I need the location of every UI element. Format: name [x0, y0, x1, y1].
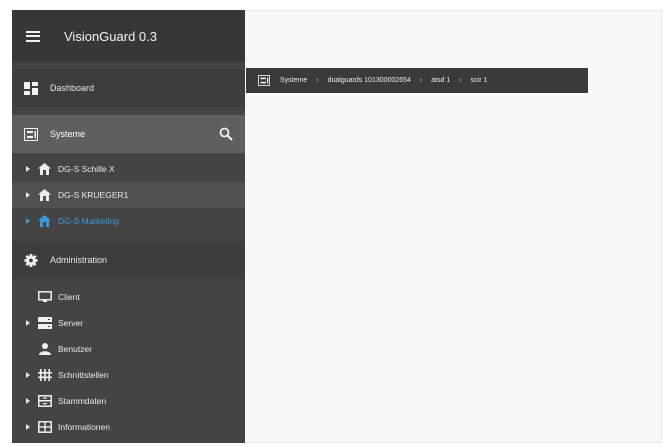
expand-caret-icon[interactable]: [26, 166, 30, 172]
monitor-icon: [38, 291, 52, 302]
server-icon: [38, 317, 52, 329]
tree-item-dg-s-krueger1[interactable]: DG-S KRUEGER1: [12, 182, 245, 208]
admin-item-schnittstellen[interactable]: Schnittstellen: [12, 362, 245, 388]
nav-dashboard[interactable]: Dashboard: [12, 69, 245, 107]
admin-item-benutzer[interactable]: Benutzer: [12, 336, 245, 362]
house-icon: [38, 163, 51, 175]
nav-systeme[interactable]: Systeme: [12, 115, 245, 153]
admin-item-label: Client: [58, 292, 80, 302]
expand-caret-icon[interactable]: [26, 192, 30, 198]
systems-tree: DG-S Schille X DG-S KRUEGER1 DG-S Market…: [12, 153, 245, 234]
user-icon: [39, 343, 51, 355]
dashboard-icon: [24, 81, 38, 95]
tree-item-dg-s-marketing[interactable]: DG-S Marketing: [12, 208, 245, 234]
breadcrumb-item[interactable]: dualguards 101300002654: [328, 77, 411, 84]
admin-item-client[interactable]: Client: [12, 284, 245, 310]
admin-item-label: Server: [58, 318, 84, 328]
tree-item-label: DG-S KRUEGER1: [58, 190, 129, 200]
tree-item-dg-s-schille-x[interactable]: DG-S Schille X: [12, 156, 245, 182]
admin-item-label: Stammdaten: [58, 396, 107, 406]
database-icon: [38, 395, 52, 407]
tree-item-label: DG-S Schille X: [58, 164, 115, 174]
breadcrumb-item[interactable]: atsd 1: [431, 77, 450, 84]
nav-administration[interactable]: Administration: [12, 242, 245, 278]
expand-caret-icon[interactable]: [26, 320, 30, 326]
house-icon: [38, 215, 51, 227]
breadcrumb-separator-icon: ›: [316, 77, 319, 84]
admin-item-label: Informationen: [58, 422, 110, 432]
tree-item-label: DG-S Marketing: [58, 216, 119, 226]
sidebar: VisionGuard 0.3 Dashboard Systeme DG-S S…: [12, 10, 245, 443]
nav-dashboard-label: Dashboard: [50, 83, 95, 93]
nav-systeme-label: Systeme: [50, 129, 86, 139]
admin-item-server[interactable]: Server: [12, 310, 245, 336]
app-header: VisionGuard 0.3: [12, 10, 245, 62]
expand-caret-icon[interactable]: [26, 372, 30, 378]
breadcrumb-item[interactable]: Systeme: [280, 77, 307, 84]
expand-caret-icon[interactable]: [26, 218, 30, 224]
breadcrumb-separator-icon: ›: [419, 77, 423, 84]
admin-item-label: Benutzer: [58, 344, 93, 354]
expand-caret-icon[interactable]: [26, 424, 30, 430]
nav-administration-label: Administration: [50, 255, 108, 265]
search-icon[interactable]: [219, 127, 233, 141]
app-title: VisionGuard 0.3: [64, 28, 157, 44]
hamburger-menu-icon[interactable]: [26, 30, 40, 42]
administration-list: Client Server Benutzer Schnittstellen St…: [12, 278, 245, 440]
breadcrumb: Systeme › dualguards 101300002654 › atsd…: [246, 68, 588, 93]
house-icon: [38, 189, 51, 201]
admin-item-stammdaten[interactable]: Stammdaten: [12, 388, 245, 414]
network-icon: [38, 369, 52, 381]
systeme-icon: [258, 75, 270, 86]
expand-caret-icon[interactable]: [26, 398, 30, 404]
admin-item-informationen[interactable]: Informationen: [12, 414, 245, 440]
systeme-icon: [24, 127, 38, 141]
admin-item-label: Schnittstellen: [58, 370, 109, 380]
breadcrumb-item[interactable]: scir 1: [471, 77, 488, 84]
breadcrumb-separator-icon: ›: [459, 77, 462, 84]
info-table-icon: [38, 421, 52, 433]
gear-icon: [24, 253, 38, 267]
